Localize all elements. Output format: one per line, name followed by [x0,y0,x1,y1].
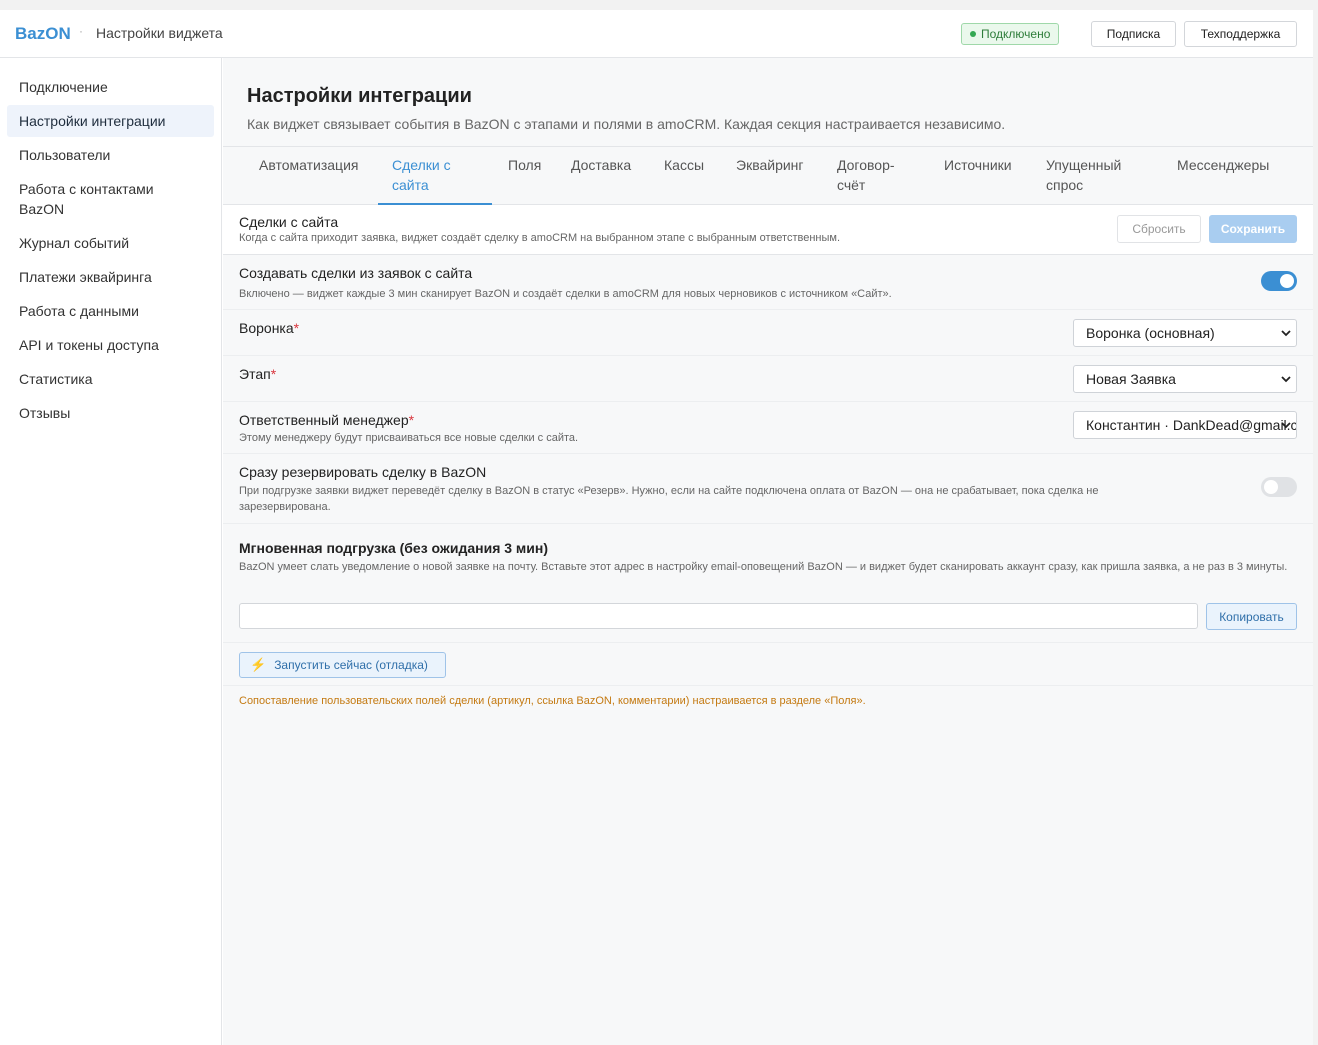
subscription-button[interactable]: Подписка [1091,21,1176,47]
tab-sources[interactable]: Источники [944,155,1012,175]
email-address-field[interactable] [239,603,1198,629]
copy-button[interactable]: Копировать [1206,603,1297,630]
manager-hint: Этому менеджеру будут присваиваться все … [239,432,579,444]
setting-row-pipeline: Воронка* Воронка (основная) [223,310,1313,356]
tab-lost-demand[interactable]: Упущенный спрос [1046,155,1138,195]
reserve-hint: При подгрузке заявки виджет переведёт сд… [239,485,1099,513]
manager-label-text: Ответственный менеджер [239,412,409,428]
app-window: BazON · Настройки виджета Подключено Под… [0,10,1313,1045]
section-title: Сделки с сайта [239,214,339,230]
setting-row-reserve: Сразу резервировать сделку в BazON При п… [223,454,1313,524]
toggle-knob [1280,274,1294,288]
pipeline-select-value: Воронка (основная) [1086,325,1215,341]
sidebar-item-acquiring-payments[interactable]: Платежи эквайринга [7,261,214,293]
tab-messengers[interactable]: Мессенджеры [1177,155,1269,175]
sidebar-item-reviews[interactable]: Отзывы [7,397,214,429]
pipeline-label: Воронка* [239,320,299,336]
sidebar-item-statistics[interactable]: Статистика [7,363,214,395]
run-now-button[interactable]: ⚡ Запустить сейчас (отладка) [239,652,446,678]
setting-row-stage: Этап* Новая Заявка [223,356,1313,402]
lightning-icon: ⚡ [250,657,267,672]
page-title: Настройки интеграции [247,85,472,107]
create-deals-hint: Включено — виджет каждые 3 мин сканирует… [239,288,892,300]
sidebar-item-data[interactable]: Работа с данными [7,295,214,327]
tab-cash-registers[interactable]: Кассы [664,155,704,175]
status-dot-icon [970,31,976,37]
stage-label-text: Этап [239,366,271,382]
top-bar: BazON · Настройки виджета Подключено Под… [0,10,1313,58]
section-header: Сделки с сайта Когда с сайта приходит за… [223,205,1313,255]
required-mark: * [408,412,415,428]
tab-automation[interactable]: Автоматизация [259,155,358,175]
sidebar-item-connection[interactable]: Подключение [7,71,214,103]
required-mark: * [270,366,277,382]
instant-label: Мгновенная подгрузка (без ожидания 3 мин… [239,540,549,556]
sidebar: Подключение Настройки интеграции Пользов… [0,58,222,1045]
pipeline-label-text: Воронка [239,320,294,336]
reset-button[interactable]: Сбросить [1117,215,1201,243]
section-description: Когда с сайта приходит заявка, виджет со… [239,232,841,244]
create-deals-toggle[interactable] [1261,271,1297,291]
chevron-down-icon [1281,376,1291,383]
reserve-label: Сразу резервировать сделку в BazON [239,464,487,480]
page-header: Настройки интеграции Как виджет связывае… [223,58,1313,146]
support-button[interactable]: Техподдержка [1184,21,1297,47]
manager-select[interactable]: Константин · DankDead@gmail.com [1073,411,1297,439]
instant-hint: BazON умеет слать уведомление о новой за… [239,561,1288,573]
brand-logo[interactable]: BazON [15,24,71,44]
save-button[interactable]: Сохранить [1209,215,1297,243]
fields-mapping-note: Сопоставление пользовательских полей сде… [239,695,866,707]
sidebar-item-contacts[interactable]: Работа с контактами BazON [7,173,214,225]
pipeline-select[interactable]: Воронка (основная) [1073,319,1297,347]
toggle-knob [1264,480,1278,494]
required-mark: * [293,320,300,336]
page-caption: Настройки виджета [96,25,223,41]
main-content: Настройки интеграции Как виджет связывае… [223,58,1313,1045]
tab-acquiring[interactable]: Эквайринг [736,155,804,175]
sidebar-item-event-log[interactable]: Журнал событий [7,227,214,259]
sidebar-item-users[interactable]: Пользователи [7,139,214,171]
brand-separator: · [79,24,83,38]
chevron-down-icon [1281,422,1291,429]
status-text: Подключено [981,27,1051,41]
tab-delivery[interactable]: Доставка [571,155,631,175]
create-deals-label: Создавать сделки из заявок с сайта [239,265,473,281]
tab-fields[interactable]: Поля [508,155,541,175]
stage-select[interactable]: Новая Заявка [1073,365,1297,393]
manager-select-value: Константин · DankDead@gmail.com [1086,417,1297,433]
stage-label: Этап* [239,366,276,382]
tab-site-deals[interactable]: Сделки с сайта [392,155,472,195]
sidebar-item-integration-settings[interactable]: Настройки интеграции [7,105,214,137]
reserve-toggle[interactable] [1261,477,1297,497]
page-description: Как виджет связывает события в BazON с э… [247,116,1006,132]
setting-row-manager: Ответственный менеджер* Этому менеджеру … [223,402,1313,454]
connection-status-badge: Подключено [961,23,1060,45]
tab-contract-invoice[interactable]: Договор-счёт [837,155,912,195]
chevron-down-icon [1281,330,1291,337]
manager-label: Ответственный менеджер* [239,412,414,428]
tab-bar: Автоматизация Сделки с сайта Поля Достав… [223,146,1313,205]
stage-select-value: Новая Заявка [1086,371,1176,387]
run-now-label: Запустить сейчас (отладка) [274,658,428,672]
setting-row-create-deals: Создавать сделки из заявок с сайта Включ… [223,256,1313,310]
sidebar-item-api-tokens[interactable]: API и токены доступа [7,329,214,361]
